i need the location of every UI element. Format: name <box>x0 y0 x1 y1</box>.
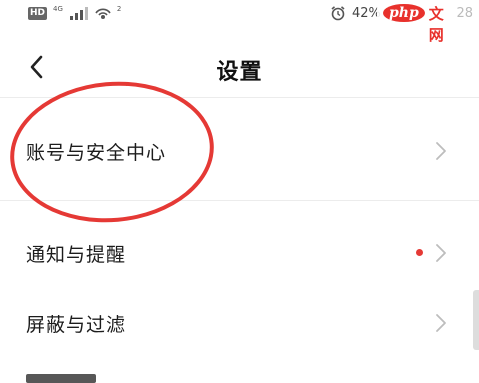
chevron-right-icon <box>436 244 446 262</box>
section-divider <box>0 200 479 201</box>
settings-item-label: 屏蔽与过滤 <box>26 314 127 336</box>
network-type: 4G <box>53 5 63 13</box>
scroll-indicator <box>473 290 479 350</box>
clock-partial: 28 <box>456 5 473 21</box>
chevron-right-icon <box>436 314 446 332</box>
hotspot-icon <box>95 8 111 19</box>
settings-item-account-security[interactable]: 账号与安全中心 <box>0 118 479 182</box>
settings-item-block-filter[interactable]: 屏蔽与过滤 <box>0 290 479 354</box>
chevron-right-icon <box>436 142 446 160</box>
settings-item-notifications[interactable]: 通知与提醒 <box>0 220 479 284</box>
navigation-header: 设置 <box>0 42 479 94</box>
settings-item-partial[interactable] <box>0 362 479 383</box>
page-title: 设置 <box>216 60 263 85</box>
partial-row-text <box>26 374 96 383</box>
alarm-icon <box>331 6 345 21</box>
status-bar-left: HD 4G 2 <box>28 5 122 20</box>
site-watermark: php 中文网 28 <box>377 0 479 44</box>
watermark-site-name: 中文网 <box>428 0 444 44</box>
header-divider <box>0 97 479 98</box>
signal-icon <box>69 7 88 20</box>
settings-item-label: 通知与提醒 <box>26 244 127 266</box>
watermark-php-logo: php <box>383 4 425 22</box>
notification-dot <box>416 249 423 256</box>
settings-item-label: 账号与安全中心 <box>26 142 167 164</box>
hotspot-count: 2 <box>116 5 122 13</box>
hd-badge: HD <box>28 6 48 20</box>
